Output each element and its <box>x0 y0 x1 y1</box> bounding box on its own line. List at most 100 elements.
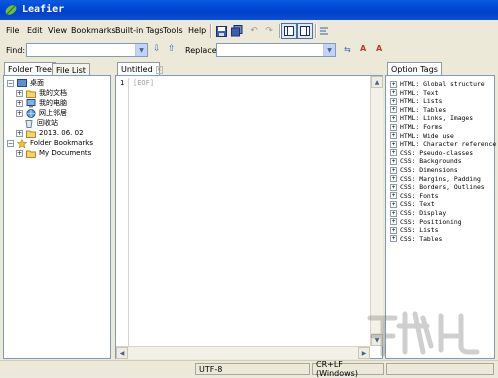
replace-label: Replace: <box>185 46 220 55</box>
expand-icon[interactable]: + <box>390 80 397 88</box>
expand-icon[interactable]: + <box>390 218 397 226</box>
scroll-up-arrow[interactable]: ▲ <box>371 76 383 88</box>
replace-input[interactable]: ▼ <box>216 43 336 57</box>
expand-icon[interactable]: + <box>16 149 23 157</box>
find-label: Find: <box>6 46 26 55</box>
tree-item-label: My Documents <box>39 149 92 157</box>
expand-icon[interactable]: + <box>16 99 23 107</box>
tab-untitled[interactable]: Untitled × <box>117 62 163 76</box>
status-extra <box>386 363 494 375</box>
option-tag-label: CSS: Tables <box>400 234 443 243</box>
eof-marker: [EOF] <box>133 79 155 87</box>
menu-built-in-tags[interactable]: Built-in Tags <box>115 26 164 35</box>
tree-item[interactable]: 回收站 <box>24 118 58 128</box>
expand-icon[interactable]: + <box>390 192 397 200</box>
expand-icon[interactable]: + <box>390 123 397 131</box>
menu-help[interactable]: Help <box>188 26 206 35</box>
menu-bar: File Edit View Bookmarks Built-in Tags T… <box>0 20 498 42</box>
folder-icon <box>26 130 36 138</box>
close-tab-icon[interactable]: × <box>155 65 163 74</box>
expand-icon[interactable]: + <box>390 149 397 157</box>
expand-icon[interactable]: + <box>390 106 397 114</box>
tree-item-label: 我的文档 <box>39 89 67 97</box>
tree-item[interactable]: − Folder Bookmarks <box>7 138 93 148</box>
replace-dropdown-arrow[interactable]: ▼ <box>323 44 335 56</box>
tree-item[interactable]: + 我的电脑 <box>16 98 67 108</box>
editor-horizontal-scrollbar[interactable]: ◀ ▶ <box>116 346 370 359</box>
menu-edit[interactable]: Edit <box>27 26 43 35</box>
tab-folder-tree[interactable]: Folder Tree <box>4 62 56 76</box>
tree-item-label: 回收站 <box>37 119 58 127</box>
match-case-icon[interactable]: A <box>360 44 366 53</box>
menu-view[interactable]: View <box>48 26 67 35</box>
find-next-arrow-icon[interactable]: ⇩ <box>153 44 161 54</box>
collapse-icon[interactable]: − <box>7 79 14 87</box>
tree-item[interactable]: +2013. 06. 02 <box>16 128 84 138</box>
collapse-icon[interactable]: − <box>7 139 14 147</box>
layout-right-pane-button[interactable] <box>297 23 313 39</box>
scroll-left-arrow[interactable]: ◀ <box>116 347 128 359</box>
save-button[interactable] <box>213 23 229 39</box>
tree-item-label: 桌面 <box>30 79 44 87</box>
status-bar: UTF-8 CR+LF (Windows) <box>0 360 498 378</box>
tree-item[interactable]: − 桌面 <box>7 78 44 88</box>
network-icon <box>26 108 36 118</box>
redo-button[interactable]: ↷ <box>261 23 277 39</box>
computer-icon <box>26 98 36 107</box>
menu-bookmarks[interactable]: Bookmarks <box>71 26 116 35</box>
expand-icon[interactable]: + <box>16 89 23 97</box>
undo-button[interactable]: ↶ <box>246 23 262 39</box>
expand-icon[interactable]: + <box>390 140 397 148</box>
folder-icon <box>26 150 36 158</box>
pane-layout-icon <box>300 26 310 36</box>
expand-icon[interactable]: + <box>390 226 397 234</box>
folder-tree-panel: − 桌面 + 我的文档 + 我的电脑 + 网上邻居回收站 +2013. 06. 02− Folde… <box>3 75 111 359</box>
toolbar-separator <box>210 24 212 38</box>
document-tab-title: Untitled <box>121 65 153 74</box>
tree-item[interactable]: + 我的文档 <box>16 88 67 98</box>
tree-item-label: 网上邻居 <box>39 109 67 117</box>
encoding-status[interactable]: UTF-8 <box>195 363 310 375</box>
align-lines-icon <box>320 27 328 35</box>
app-window: Leafier File Edit View Bookmarks Built-i… <box>0 0 498 378</box>
tree-item-label: 我的电脑 <box>39 99 67 107</box>
tree-item[interactable]: + My Documents <box>16 148 91 158</box>
expand-icon[interactable]: + <box>390 89 397 97</box>
menu-file[interactable]: File <box>6 26 19 35</box>
expand-icon[interactable]: + <box>16 129 23 137</box>
tree-item[interactable]: + 网上邻居 <box>16 108 67 118</box>
undo-icon: ↶ <box>250 26 258 36</box>
folder-icon <box>26 90 36 98</box>
desktop-icon <box>17 78 27 87</box>
site-logo-watermark <box>367 311 480 357</box>
title-bar[interactable]: Leafier <box>0 0 498 20</box>
expand-icon[interactable]: + <box>390 132 397 140</box>
expand-icon[interactable]: + <box>390 183 397 191</box>
save-all-button[interactable] <box>229 23 245 39</box>
expand-icon[interactable]: + <box>390 175 397 183</box>
redo-icon: ↷ <box>265 26 273 36</box>
find-dropdown-arrow[interactable]: ▼ <box>135 44 147 56</box>
pane-layout-icon <box>284 26 294 36</box>
expand-icon[interactable]: + <box>390 166 397 174</box>
expand-icon[interactable]: + <box>390 157 397 165</box>
expand-icon[interactable]: + <box>390 114 397 122</box>
line-number: 1 <box>120 79 125 87</box>
expand-icon[interactable]: + <box>390 209 397 217</box>
expand-icon[interactable]: + <box>390 235 397 243</box>
tab-option-tags[interactable]: Option Tags <box>387 62 442 76</box>
word-wrap-button[interactable] <box>316 23 332 39</box>
expand-icon[interactable]: + <box>390 97 397 105</box>
option-tag-item[interactable]: + CSS: Tables <box>390 234 442 244</box>
find-input[interactable]: ▼ <box>26 43 148 57</box>
find-previous-arrow-icon[interactable]: ⇧ <box>168 44 176 54</box>
layout-left-pane-button[interactable] <box>281 23 297 39</box>
editor-panel: 1 [EOF] ▲ ▼ ◀ ▶ <box>115 75 383 359</box>
line-ending-status[interactable]: CR+LF (Windows) <box>312 360 384 378</box>
expand-icon[interactable]: + <box>390 200 397 208</box>
menu-tools[interactable]: Tools <box>163 26 183 35</box>
regex-icon[interactable]: A <box>376 44 382 53</box>
replace-icon[interactable]: ⇆ <box>344 45 351 54</box>
floppy-icon <box>215 25 227 37</box>
expand-icon[interactable]: + <box>16 109 23 117</box>
